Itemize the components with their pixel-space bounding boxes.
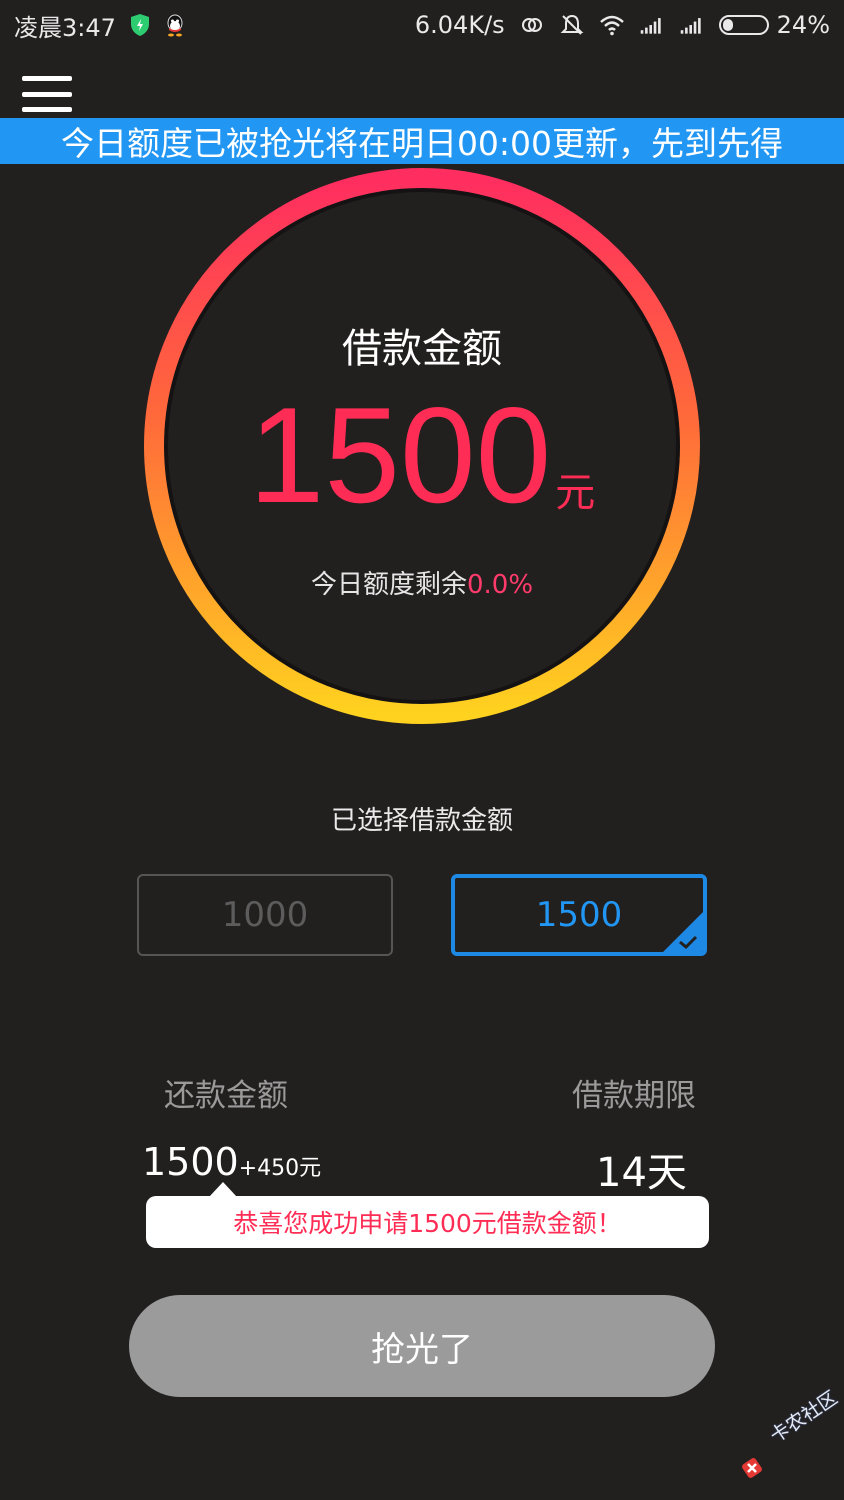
option-value: 1000 <box>221 895 309 935</box>
gauge-remaining: 今日额度剩余0.0% <box>142 564 702 601</box>
repayment-value: 1500 +450元 <box>142 1140 321 1184</box>
tooltip-arrow <box>209 1182 237 1197</box>
qq-icon <box>167 14 183 37</box>
battery-percent: 24% <box>776 11 830 39</box>
wifi-icon <box>599 15 624 36</box>
menu-icon-bar <box>22 107 72 112</box>
status-left: 凌晨3:47 <box>14 8 186 43</box>
network-speed: 6.04K/s <box>414 11 505 39</box>
shield-icon <box>130 14 149 36</box>
menu-icon-bar <box>22 76 72 81</box>
selected-amount-label: 已选择借款金额 <box>330 806 513 836</box>
battery-fill <box>722 19 733 31</box>
signal-icon-2 <box>680 18 701 34</box>
grab-button-label: 抢光了 <box>371 1329 473 1370</box>
amount-option-1500[interactable]: 1500 <box>451 874 707 956</box>
battery-icon <box>718 15 769 35</box>
tooltip-text: 恭喜您成功申请1500元借款金额！ <box>233 1209 622 1238</box>
battery: 24% <box>718 11 830 39</box>
amount-option-1000[interactable]: 1000 <box>137 874 393 956</box>
grab-button[interactable]: 抢光了 <box>129 1295 715 1397</box>
gauge-amount: 1500 元 <box>142 379 702 531</box>
repayment-interest: +450元 <box>238 1156 322 1181</box>
check-icon <box>663 912 703 952</box>
status-bar: 凌晨3:47 6.04K/s 24% <box>0 0 844 50</box>
signal-icon <box>640 18 661 34</box>
option-value: 1500 <box>535 895 623 935</box>
notice-banner: 今日额度已被抢光将在明日00:00更新，先到先得 <box>0 118 844 164</box>
menu-button[interactable] <box>22 76 72 112</box>
sync-icon <box>521 18 542 32</box>
notice-text: 今日额度已被抢光将在明日00:00更新，先到先得 <box>60 124 784 163</box>
success-tooltip: 恭喜您成功申请1500元借款金额！ <box>146 1196 709 1248</box>
status-right: 6.04K/s 24% <box>415 11 830 39</box>
gauge-amount-value: 1500 <box>248 379 552 531</box>
gauge-title: 借款金额 <box>342 326 502 372</box>
repayment-label: 还款金额 <box>164 1078 288 1114</box>
loan-amount-gauge: 借款金额 1500 元 今日额度剩余0.0% <box>142 166 702 726</box>
term-label: 借款期限 <box>572 1078 696 1114</box>
repayment-amount: 1500 <box>142 1140 239 1184</box>
gauge-amount-unit: 元 <box>555 470 596 516</box>
term-value: 14天 <box>596 1150 687 1196</box>
remaining-value: 0.0% <box>466 570 534 600</box>
status-time: 凌晨3:47 <box>14 13 116 42</box>
mute-bell-icon <box>560 14 584 35</box>
menu-icon-bar <box>22 91 72 97</box>
remaining-label: 今日额度剩余 <box>310 570 467 600</box>
